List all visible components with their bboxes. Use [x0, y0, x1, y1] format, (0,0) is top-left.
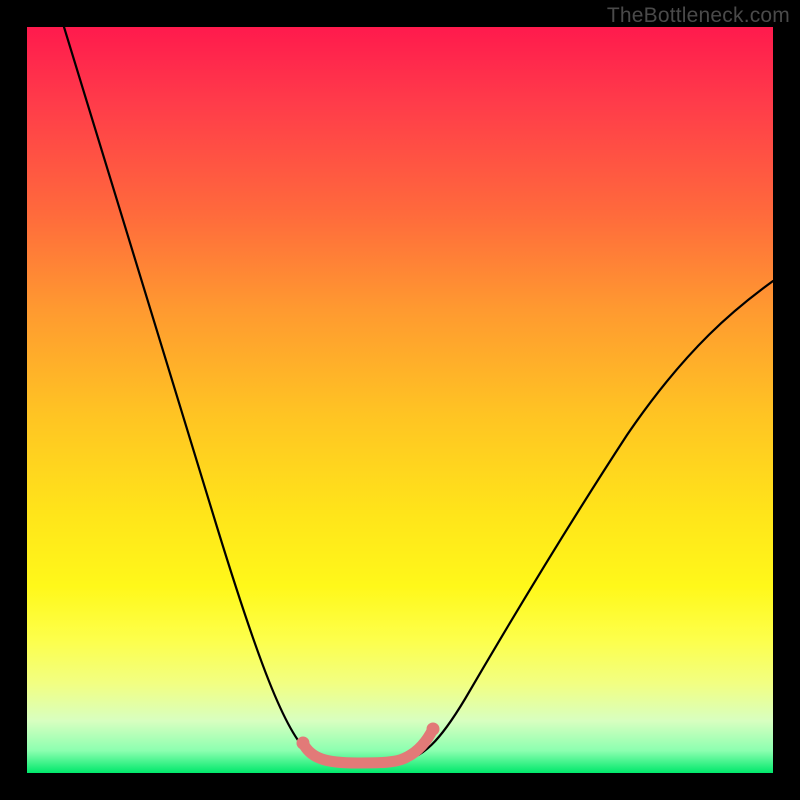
optimum-highlight	[303, 729, 433, 763]
highlight-dot-right	[427, 723, 440, 736]
highlight-dot-left	[297, 737, 310, 750]
chart-frame: TheBottleneck.com	[0, 0, 800, 800]
curve-layer	[27, 27, 773, 773]
plot-area	[27, 27, 773, 773]
bottleneck-curve-path	[64, 27, 773, 763]
watermark-text: TheBottleneck.com	[607, 4, 790, 28]
